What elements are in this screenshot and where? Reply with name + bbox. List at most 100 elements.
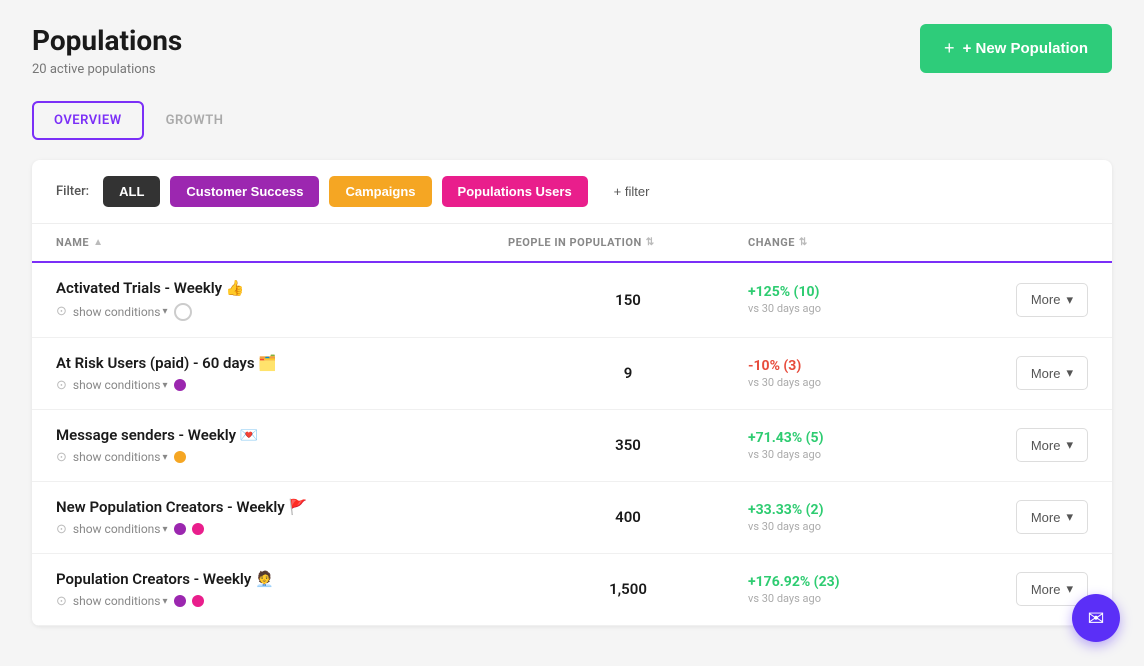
filter-all-button[interactable]: ALL: [103, 176, 160, 207]
dot-pink-4: [192, 523, 204, 535]
dot-orange-3: [174, 451, 186, 463]
row-1-change-subtitle: vs 30 days ago: [748, 302, 821, 315]
show-conditions-2[interactable]: show conditions ▾: [73, 378, 168, 392]
filter-label: Filter:: [56, 184, 89, 199]
row-4-name: New Population Creators - Weekly 🚩: [56, 498, 508, 516]
chevron-down-icon-1: ▾: [163, 306, 168, 317]
row-name-col-3: Message senders - Weekly 💌 ⊙ show condit…: [56, 426, 508, 465]
row-4-change-value: +33.33% (2): [748, 502, 824, 518]
row-1-change-value: +125% (10): [748, 284, 819, 300]
filter-populations-users-button[interactable]: Populations Users: [442, 176, 588, 207]
page-title: Populations: [32, 24, 182, 58]
show-conditions-3[interactable]: show conditions ▾: [73, 450, 168, 464]
th-people: PEOPLE IN POPULATION ⇅: [508, 236, 748, 249]
tab-growth[interactable]: GROWTH: [144, 101, 246, 140]
add-filter-button[interactable]: + filter: [598, 176, 666, 207]
row-1-action-col: More ▾: [968, 283, 1088, 317]
row-2-more-button[interactable]: More ▾: [1016, 356, 1088, 390]
table-row: Activated Trials - Weekly 👍 ⊙ show condi…: [32, 263, 1112, 338]
row-2-people: 9: [508, 364, 748, 382]
row-2-conditions: ⊙ show conditions ▾: [56, 378, 508, 393]
chevron-down-icon-2: ▾: [163, 380, 168, 391]
row-4-change-subtitle: vs 30 days ago: [748, 520, 821, 533]
new-population-label: + New Population: [963, 40, 1088, 57]
th-change: CHANGE ⇅: [748, 236, 968, 249]
filter-bar: Filter: ALL Customer Success Campaigns P…: [32, 160, 1112, 224]
row-3-action-col: More ▾: [968, 428, 1088, 462]
dot-pink-5: [192, 595, 204, 607]
row-3-change-subtitle: vs 30 days ago: [748, 448, 821, 461]
plus-icon: +: [944, 38, 955, 59]
row-1-change: +125% (10) vs 30 days ago: [748, 284, 968, 315]
row-3-more-button[interactable]: More ▾: [1016, 428, 1088, 462]
row-5-change-subtitle: vs 30 days ago: [748, 592, 821, 605]
dot-empty-1: [174, 303, 192, 321]
dot-purple-2: [174, 379, 186, 391]
show-conditions-4[interactable]: show conditions ▾: [73, 522, 168, 536]
row-name-col-2: At Risk Users (paid) - 60 days 🗂️ ⊙ show…: [56, 354, 508, 393]
page-subtitle: 20 active populations: [32, 62, 182, 77]
row-1-more-button[interactable]: More ▾: [1016, 283, 1088, 317]
table-row: At Risk Users (paid) - 60 days 🗂️ ⊙ show…: [32, 338, 1112, 410]
row-4-action-col: More ▾: [968, 500, 1088, 534]
row-4-conditions: ⊙ show conditions ▾: [56, 522, 508, 537]
clock-icon-4: ⊙: [56, 522, 67, 537]
row-5-change-value: +176.92% (23): [748, 574, 840, 590]
sort-name-icon[interactable]: ▲: [93, 237, 103, 248]
th-actions: [968, 236, 1088, 249]
row-2-change: -10% (3) vs 30 days ago: [748, 358, 968, 389]
chevron-down-icon-3: ▾: [163, 452, 168, 463]
chevron-down-icon-more-1: ▾: [1066, 292, 1073, 308]
th-name: NAME ▲: [56, 236, 508, 249]
sort-people-icon[interactable]: ⇅: [646, 237, 655, 248]
show-conditions-1[interactable]: show conditions ▾: [73, 305, 168, 319]
row-2-action-col: More ▾: [968, 356, 1088, 390]
chat-fab-button[interactable]: ✉: [1072, 594, 1120, 642]
row-4-more-button[interactable]: More ▾: [1016, 500, 1088, 534]
show-conditions-5[interactable]: show conditions ▾: [73, 594, 168, 608]
sort-change-icon[interactable]: ⇅: [799, 237, 808, 248]
chevron-down-icon-more-5: ▾: [1066, 581, 1073, 597]
table-row: Population Creators - Weekly 🧑‍💼 ⊙ show …: [32, 554, 1112, 626]
row-3-people: 350: [508, 436, 748, 454]
chevron-down-icon-more-4: ▾: [1066, 509, 1073, 525]
clock-icon-1: ⊙: [56, 304, 67, 319]
dot-purple-5: [174, 595, 186, 607]
chevron-down-icon-more-2: ▾: [1066, 365, 1073, 381]
row-1-conditions: ⊙ show conditions ▾: [56, 303, 508, 321]
row-4-change: +33.33% (2) vs 30 days ago: [748, 502, 968, 533]
row-3-change-value: +71.43% (5): [748, 430, 824, 446]
chevron-down-icon-5: ▾: [163, 596, 168, 607]
row-5-change: +176.92% (23) vs 30 days ago: [748, 574, 968, 605]
row-3-change: +71.43% (5) vs 30 days ago: [748, 430, 968, 461]
table-row: New Population Creators - Weekly 🚩 ⊙ sho…: [32, 482, 1112, 554]
row-5-name: Population Creators - Weekly 🧑‍💼: [56, 570, 508, 588]
dot-purple-4: [174, 523, 186, 535]
filter-customer-success-button[interactable]: Customer Success: [170, 176, 319, 207]
chevron-down-icon-more-3: ▾: [1066, 437, 1073, 453]
row-name-col-5: Population Creators - Weekly 🧑‍💼 ⊙ show …: [56, 570, 508, 609]
row-1-name: Activated Trials - Weekly 👍: [56, 279, 508, 297]
row-1-people: 150: [508, 291, 748, 309]
row-name-col-1: Activated Trials - Weekly 👍 ⊙ show condi…: [56, 279, 508, 321]
row-name-col-4: New Population Creators - Weekly 🚩 ⊙ sho…: [56, 498, 508, 537]
filter-campaigns-button[interactable]: Campaigns: [329, 176, 431, 207]
clock-icon-5: ⊙: [56, 594, 67, 609]
row-5-conditions: ⊙ show conditions ▾: [56, 594, 508, 609]
tab-overview[interactable]: OVERVIEW: [32, 101, 144, 140]
clock-icon-2: ⊙: [56, 378, 67, 393]
page: Populations 20 active populations + + Ne…: [0, 0, 1144, 666]
row-2-change-subtitle: vs 30 days ago: [748, 376, 821, 389]
header: Populations 20 active populations + + Ne…: [32, 24, 1112, 77]
row-3-conditions: ⊙ show conditions ▾: [56, 450, 508, 465]
table-row: Message senders - Weekly 💌 ⊙ show condit…: [32, 410, 1112, 482]
new-population-button[interactable]: + + New Population: [920, 24, 1112, 73]
row-4-people: 400: [508, 508, 748, 526]
chevron-down-icon-4: ▾: [163, 524, 168, 535]
row-5-people: 1,500: [508, 580, 748, 598]
row-5-action-col: More ▾: [968, 572, 1088, 606]
row-3-name: Message senders - Weekly 💌: [56, 426, 508, 444]
mail-icon: ✉: [1088, 606, 1105, 630]
table-header: NAME ▲ PEOPLE IN POPULATION ⇅ CHANGE ⇅: [32, 224, 1112, 263]
row-2-change-value: -10% (3): [748, 358, 801, 374]
